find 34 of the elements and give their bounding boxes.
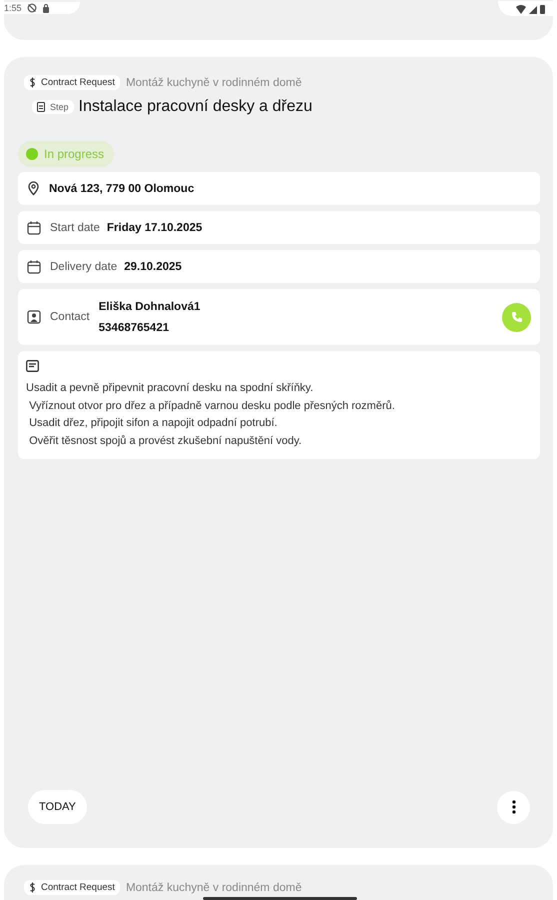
contact-label: Contact: [50, 311, 90, 323]
request-title: Montáž kuchyně v rodinném domě: [126, 882, 302, 894]
signal-icon: [529, 6, 537, 14]
contract-request-chip[interactable]: Contract Request: [24, 880, 120, 895]
location-off-icon: [26, 3, 37, 13]
delivery-date-label: Delivery date: [50, 260, 118, 272]
lock-icon: [42, 3, 50, 13]
more-vertical-icon: [512, 800, 516, 814]
wifi-icon: [516, 4, 526, 14]
contact-name: Eliška Dohnalová1: [98, 300, 200, 312]
contract-request-chip[interactable]: Contract Request: [24, 75, 120, 90]
start-date-value: Friday 17.10.2025: [106, 222, 202, 234]
step-chip[interactable]: Step: [32, 100, 74, 114]
phone-icon: [510, 311, 522, 323]
battery-icon: [540, 4, 545, 14]
calendar-icon: [27, 220, 41, 234]
dollar-icon: [29, 882, 36, 893]
calendar-icon: [27, 260, 41, 274]
delivery-date-value: 29.10.2025: [124, 260, 182, 272]
contact-card-icon: [27, 310, 41, 324]
more-button[interactable]: [497, 790, 530, 824]
notes-icon: [26, 360, 39, 372]
contact-phone: 53468765421: [98, 322, 170, 334]
dollar-icon: [29, 77, 36, 88]
status-badge: In progress: [18, 141, 114, 167]
request-title: Montáž kuchyně v rodinném domě: [126, 76, 302, 88]
start-date-label: Start date: [50, 222, 100, 234]
today-button[interactable]: TODAY: [28, 790, 87, 824]
address-text: Nová 123, 779 00 Olomouc: [49, 182, 194, 194]
description-text: Usadit a pevně připevnit pracovní desku na spodní skříňky. Vyříznout otvor pro dřez a případně varnou desku podle přesných rozměrů. Usadit dřez, připojit sifon a napojit odpadní potrubí. Ověřit těsnost spojů a provést zkušební napuštění vody.: [26, 381, 395, 448]
location-pin-icon: [27, 181, 40, 196]
status-time: 1:55: [4, 3, 22, 13]
step-icon: [37, 102, 45, 112]
step-title: Instalace pracovní desky a dřezu: [78, 98, 312, 116]
